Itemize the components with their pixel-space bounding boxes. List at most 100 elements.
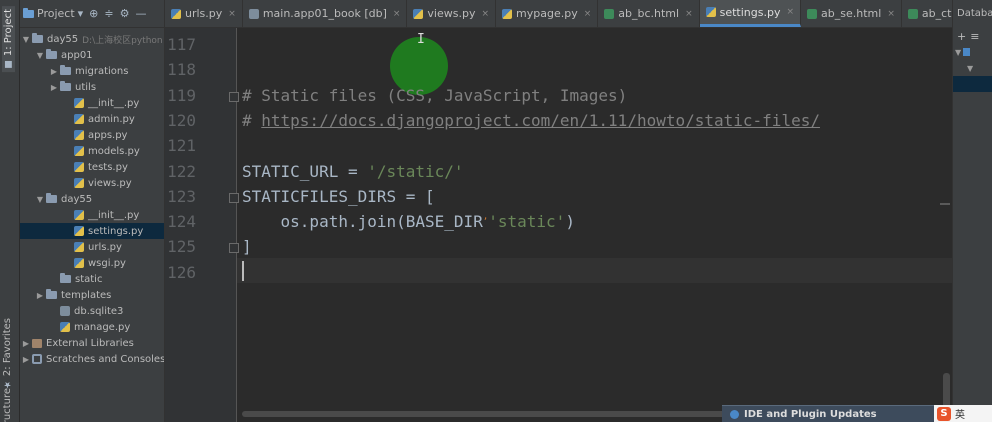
- editor-tab[interactable]: ab_bc.html ×: [598, 0, 700, 27]
- code-line: os.path.join(BASE_DIR,'static'): [242, 212, 575, 231]
- db-tree-row[interactable]: ▼: [953, 60, 992, 76]
- tree-item-label: External Libraries: [46, 337, 134, 349]
- tree-item-label: __init__.py: [88, 97, 140, 109]
- tree-item[interactable]: admin.py: [20, 111, 164, 127]
- tree-item[interactable]: views.py: [20, 175, 164, 191]
- folder-icon: [32, 33, 43, 43]
- url-link[interactable]: https://docs.djangoproject.com/en/1.11/h…: [261, 111, 820, 130]
- collapsed-arrow-icon[interactable]: ▶: [20, 339, 32, 348]
- structure-tool-tab[interactable]: Structure: [2, 388, 13, 422]
- hide-panel-icon[interactable]: —: [135, 7, 146, 20]
- tree-item-label: app01: [61, 49, 93, 61]
- close-tab-icon[interactable]: ×: [481, 9, 489, 19]
- editor-tab[interactable]: ab_ct.html×: [902, 0, 952, 27]
- close-tab-icon[interactable]: ×: [393, 9, 401, 19]
- code-token: ]: [242, 237, 252, 257]
- close-tab-icon[interactable]: ×: [228, 9, 236, 19]
- tree-item[interactable]: ▶ templates: [20, 287, 164, 303]
- code-token: os.path.join(BASE_DIR: [242, 212, 483, 232]
- update-notification[interactable]: IDE and Plugin Updates: [722, 405, 934, 422]
- db-tree-row[interactable]: ▼: [953, 44, 992, 60]
- tree-item[interactable]: __init__.py: [20, 95, 164, 111]
- collapsed-arrow-icon[interactable]: ▶: [20, 355, 32, 364]
- html-file-icon: [807, 8, 818, 19]
- properties-icon[interactable]: ≡: [970, 30, 979, 43]
- fold-marker-icon[interactable]: [229, 91, 239, 102]
- locate-file-icon[interactable]: ⊕: [89, 7, 98, 20]
- fold-marker-icon[interactable]: [229, 192, 239, 203]
- folder-icon: [60, 81, 71, 91]
- tree-item-label: static: [75, 273, 103, 285]
- expanded-arrow-icon[interactable]: ▼: [20, 35, 32, 44]
- tree-item[interactable]: __init__.py: [20, 207, 164, 223]
- db-tree-row-selected[interactable]: [953, 76, 992, 92]
- tree-item[interactable]: ▶ migrations: [20, 63, 164, 79]
- python-file-icon: [74, 258, 84, 268]
- tree-item-label: urls.py: [88, 241, 122, 253]
- tree-item[interactable]: ▶ utils: [20, 79, 164, 95]
- add-icon[interactable]: +: [957, 30, 966, 43]
- tree-item-label: admin.py: [88, 113, 135, 125]
- expanded-arrow-icon[interactable]: ▼: [34, 51, 46, 60]
- close-tab-icon[interactable]: ×: [887, 9, 895, 19]
- project-path-hint: D:\上海校区python: [82, 35, 163, 46]
- tree-item-label: wsgi.py: [88, 257, 126, 269]
- python-file-icon: [74, 130, 84, 140]
- line-number: 121: [167, 136, 196, 156]
- tree-item-selected[interactable]: settings.py: [20, 223, 164, 239]
- favorites-tool-tab[interactable]: ★ 2: Favorites: [2, 318, 13, 389]
- comment-token: # Static files (CSS, JavaScript, Images): [242, 85, 628, 105]
- collapsed-arrow-icon[interactable]: ▶: [48, 83, 60, 92]
- tree-item[interactable]: models.py: [20, 143, 164, 159]
- project-tool-tab-label: 1: Project: [3, 9, 14, 57]
- python-file-icon: [74, 146, 84, 156]
- close-tab-icon[interactable]: ×: [786, 7, 794, 17]
- editor-tab[interactable]: urls.py ×: [165, 0, 243, 27]
- project-tool-tab[interactable]: ■ 1: Project: [2, 6, 15, 73]
- tree-item[interactable]: static: [20, 271, 164, 287]
- code-editor[interactable]: 117 118 119 120 121 122 123 124 125 126 I # Stati…: [165, 28, 952, 422]
- comment-token: #: [242, 110, 262, 130]
- tree-item[interactable]: apps.py: [20, 127, 164, 143]
- folder-icon: [46, 49, 57, 59]
- tree-item[interactable]: ▼ day55 D:\上海校区python: [20, 31, 164, 47]
- tree-item[interactable]: ▶ Scratches and Consoles: [20, 351, 164, 367]
- tree-item[interactable]: db.sqlite3: [20, 303, 164, 319]
- tree-item[interactable]: ▼ day55: [20, 191, 164, 207]
- tree-item-label: migrations: [75, 65, 129, 77]
- close-tab-icon[interactable]: ×: [584, 9, 592, 19]
- editor-tab[interactable]: ab_se.html ×: [801, 0, 902, 27]
- tree-item[interactable]: manage.py: [20, 319, 164, 335]
- project-view-selector[interactable]: Project ▾: [23, 7, 83, 20]
- folder-icon: [46, 289, 57, 299]
- editor-tab[interactable]: mypage.py ×: [496, 0, 599, 27]
- database-toolbar: + ≡: [953, 28, 992, 44]
- line-number: 117: [167, 35, 196, 54]
- tree-item[interactable]: ▼ app01: [20, 47, 164, 63]
- tree-item[interactable]: tests.py: [20, 159, 164, 175]
- input-method-bar[interactable]: S 英: [934, 405, 992, 422]
- tree-item[interactable]: urls.py: [20, 239, 164, 255]
- tree-item-label: Scratches and Consoles: [46, 353, 164, 365]
- line-number: 119: [167, 85, 196, 105]
- datasource-icon: [963, 48, 971, 56]
- expanded-arrow-icon[interactable]: ▼: [34, 195, 46, 204]
- tree-item[interactable]: wsgi.py: [20, 255, 164, 271]
- fold-marker-icon[interactable]: [229, 243, 239, 254]
- text-caret: [242, 261, 244, 281]
- html-file-icon: [604, 8, 615, 19]
- collapsed-arrow-icon[interactable]: ▶: [48, 67, 60, 76]
- horizontal-scrollbar[interactable]: [242, 411, 727, 417]
- editor-tab[interactable]: main.app01_book [db] ×: [243, 0, 408, 27]
- python-file-icon: [171, 8, 181, 19]
- editor-tab-active[interactable]: settings.py ×: [699, 0, 802, 27]
- tree-item-label: db.sqlite3: [74, 305, 124, 317]
- close-tab-icon[interactable]: ×: [685, 9, 693, 19]
- code-line: ]: [242, 237, 252, 256]
- collapsed-arrow-icon[interactable]: ▶: [34, 291, 46, 300]
- tree-item[interactable]: ▶ External Libraries: [20, 335, 164, 351]
- code-token: STATICFILES_DIRS = [: [242, 186, 435, 206]
- gear-icon[interactable]: ⚙: [120, 7, 130, 20]
- editor-tab[interactable]: views.py ×: [407, 0, 497, 27]
- collapse-all-icon[interactable]: ≑: [104, 7, 113, 20]
